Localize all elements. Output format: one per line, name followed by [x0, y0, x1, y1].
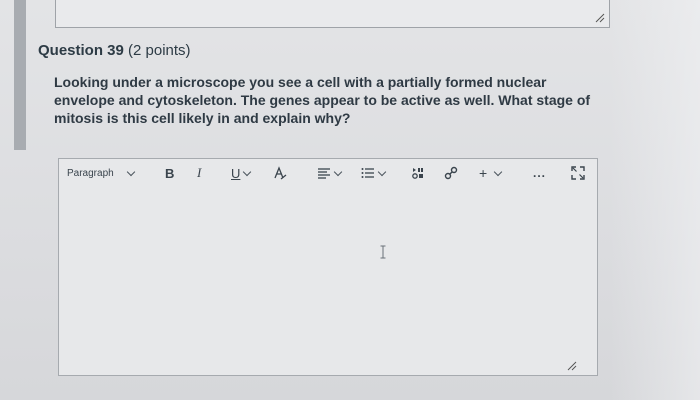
previous-answer-editor[interactable] [55, 0, 610, 28]
quiz-page: Question 39 (2 points) Looking under a m… [0, 0, 700, 400]
resize-grip-icon[interactable] [566, 360, 577, 371]
chevron-down-icon [377, 167, 387, 176]
italic-button[interactable]: I [197, 165, 201, 181]
block-format-dropdown[interactable]: Paragraph [67, 165, 135, 181]
editor-toolbar: Paragraph B I U + ... [59, 159, 597, 187]
answer-editor[interactable]: Paragraph B I U + ... [58, 158, 598, 376]
page-scroll-indicator [14, 0, 26, 150]
resize-grip-icon[interactable] [594, 12, 605, 23]
underline-label: U [231, 165, 241, 181]
text-cursor-icon [380, 245, 386, 259]
insert-label: + [479, 165, 488, 181]
question-text: Looking under a microscope you see a cel… [54, 74, 591, 126]
fullscreen-button[interactable] [571, 165, 585, 181]
bold-button[interactable]: B [165, 165, 174, 181]
align-dropdown[interactable] [317, 165, 343, 181]
more-button[interactable]: ... [533, 165, 546, 181]
font-color-icon [274, 166, 287, 180]
list-icon [361, 168, 374, 178]
question-title: Question 39 [38, 42, 124, 59]
fullscreen-icon [571, 166, 585, 180]
link-icon [444, 166, 458, 180]
chevron-down-icon [243, 167, 252, 176]
font-color-button[interactable] [273, 165, 287, 181]
insert-dropdown[interactable]: + [479, 165, 503, 181]
editor-text-area[interactable] [59, 187, 597, 375]
list-dropdown[interactable] [361, 165, 387, 181]
media-icon [412, 168, 423, 179]
block-format-label: Paragraph [67, 167, 114, 179]
media-button[interactable] [411, 165, 425, 181]
underline-button[interactable]: U [231, 165, 252, 181]
question-header: Question 39 (2 points) [38, 42, 191, 59]
link-button[interactable] [444, 165, 458, 181]
chevron-down-icon [493, 167, 503, 176]
chevron-down-icon [333, 167, 343, 176]
chevron-down-icon [126, 167, 135, 176]
question-points: (2 points) [123, 42, 191, 59]
screen-glare [610, 0, 700, 400]
align-icon [318, 168, 330, 179]
